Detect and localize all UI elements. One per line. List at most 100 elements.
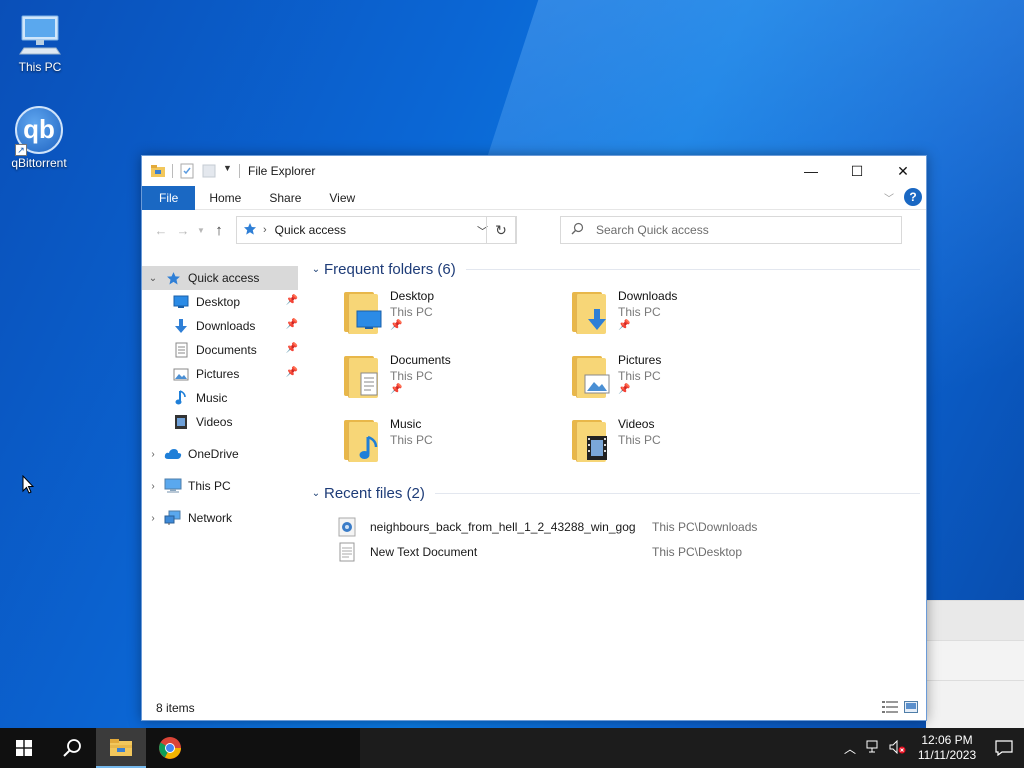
tab-share[interactable]: Share [255, 186, 315, 210]
background-window-row [926, 601, 1024, 641]
folder-meta: Desktop This PC 📌 [390, 288, 434, 344]
folder-name: Desktop [390, 289, 435, 303]
pin-icon: 📌 [618, 384, 631, 395]
up-button[interactable]: ↑ [208, 219, 230, 241]
sidebar-item-label: Downloads [196, 319, 256, 333]
pin-icon: 📌 [390, 384, 403, 395]
sidebar-item-network[interactable]: › Network [142, 506, 302, 530]
desktop-icon-qbittorrent[interactable]: qb ↗ qBittorrent [1, 106, 77, 170]
file-name: neighbours_back_from_hell_1_2_43288_win_… [370, 519, 636, 534]
quick-access-toolbar: ▼ File Explorer [142, 156, 315, 186]
pin-icon: 📌 [390, 320, 403, 331]
frequent-folders-header[interactable]: ⌄ Frequent folders (6) [308, 258, 920, 280]
clock-time: 12:06 PM [921, 733, 973, 747]
folder-tile-music[interactable]: Music This PC [342, 416, 570, 472]
sidebar-item-desktop[interactable]: Desktop 📌 [142, 290, 302, 314]
list-item[interactable]: neighbours_back_from_hell_1_2_43288_win_… [338, 514, 920, 539]
file-name: New Text Document [370, 544, 478, 559]
folder-tile-downloads[interactable]: Downloads This PC 📌 [570, 288, 798, 344]
back-button[interactable]: ← [150, 219, 172, 241]
new-folder-icon[interactable] [201, 163, 217, 179]
expand-chevron-icon[interactable]: › [142, 449, 164, 460]
sidebar-item-music[interactable]: Music [142, 386, 302, 410]
sidebar-item-downloads[interactable]: Downloads 📌 [142, 314, 302, 338]
background-window[interactable] [926, 600, 1024, 728]
file-path: This PC\Downloads [652, 519, 758, 534]
sidebar-item-documents[interactable]: Documents 📌 [142, 338, 302, 362]
large-icons-view-icon[interactable] [904, 701, 918, 716]
sidebar-item-pictures[interactable]: Pictures 📌 [142, 362, 302, 386]
clock-date: 11/11/2023 [917, 748, 977, 762]
close-button[interactable]: ✕ [880, 156, 926, 186]
ribbon-right-controls: ﹀ ? [884, 188, 922, 206]
customize-toolbar-chevron-icon[interactable]: ▼ [223, 163, 233, 179]
desktop-icon [356, 308, 382, 332]
documents-icon [356, 372, 382, 396]
expand-ribbon-chevron-icon[interactable]: ﹀ [884, 190, 894, 205]
collapse-chevron-icon[interactable]: ⌄ [308, 264, 324, 275]
window-controls: — ☐ ✕ [788, 156, 926, 186]
recent-files-list: neighbours_back_from_hell_1_2_43288_win_… [308, 514, 920, 564]
help-icon[interactable]: ? [904, 188, 922, 206]
tab-file[interactable]: File [142, 185, 196, 210]
pictures-icon [172, 366, 190, 382]
title-bar[interactable]: ▼ File Explorer — ☐ ✕ [142, 156, 926, 186]
folder-meta: Videos This PC [618, 416, 661, 472]
sidebar-item-label: This PC [188, 479, 231, 493]
volume-muted-icon[interactable] [886, 739, 910, 757]
action-center-button[interactable] [984, 740, 1024, 756]
start-button[interactable] [0, 728, 48, 768]
windows-logo-icon [16, 740, 32, 756]
collapse-chevron-icon[interactable]: ⌄ [142, 273, 164, 284]
expand-chevron-icon[interactable]: › [142, 513, 164, 524]
sidebar-item-quick-access[interactable]: ⌄ Quick access [142, 266, 298, 290]
folder-location: This PC [618, 433, 661, 447]
group-title: Recent files (2) [324, 484, 425, 502]
sidebar-item-label: Videos [196, 415, 233, 429]
taskbar-clock[interactable]: 12:06 PM 11/11/2023 [910, 733, 984, 763]
expand-chevron-icon[interactable]: › [142, 481, 164, 492]
list-item[interactable]: New Text Document This PC\Desktop [338, 539, 920, 564]
sidebar-item-label: Documents [196, 343, 257, 357]
network-status-icon[interactable] [862, 740, 886, 757]
address-bar[interactable]: › Quick access ﹀ ↻ [236, 216, 517, 244]
group-divider [465, 268, 920, 270]
forward-button[interactable]: → [172, 219, 194, 241]
search-input[interactable] [596, 223, 876, 237]
folder-meta: Pictures This PC 📌 [618, 352, 661, 408]
collapse-chevron-icon[interactable]: ⌄ [308, 488, 324, 499]
recent-locations-chevron-icon[interactable]: ▼ [194, 219, 208, 241]
folder-location: This PC [390, 305, 433, 319]
refresh-button[interactable]: ↻ [486, 216, 516, 244]
sidebar-item-videos[interactable]: Videos [142, 410, 302, 434]
taskbar-file-explorer[interactable] [96, 728, 146, 768]
maximize-button[interactable]: ☐ [834, 156, 880, 186]
folder-icon [342, 418, 382, 462]
sidebar-item-onedrive[interactable]: › OneDrive [142, 442, 302, 466]
folder-tile-pictures[interactable]: Pictures This PC 📌 [570, 352, 798, 408]
search-button[interactable] [48, 728, 96, 768]
recent-files-header[interactable]: ⌄ Recent files (2) [308, 482, 920, 504]
system-tray: ︿ 12:06 PM 11/11/2023 [838, 728, 1024, 768]
folder-location: This PC [618, 369, 661, 383]
folder-icon [570, 418, 610, 462]
details-view-icon[interactable] [882, 701, 898, 716]
tab-home[interactable]: Home [195, 186, 255, 210]
minimize-button[interactable]: — [788, 156, 834, 186]
properties-icon[interactable] [179, 163, 195, 179]
taskbar-chrome[interactable] [146, 728, 194, 768]
folder-name: Downloads [618, 289, 678, 303]
desktop-icon-this-pc[interactable]: This PC [2, 10, 78, 74]
toolbar-separator [172, 164, 173, 178]
sidebar-item-this-pc[interactable]: › This PC [142, 474, 302, 498]
show-hidden-icons-chevron-icon[interactable]: ︿ [838, 740, 862, 757]
pin-icon: 📌 [285, 319, 298, 330]
folder-tile-desktop[interactable]: Desktop This PC 📌 [342, 288, 570, 344]
search-box[interactable] [560, 216, 902, 244]
breadcrumb-quick-access[interactable]: Quick access [275, 223, 346, 237]
folder-tile-documents[interactable]: Documents This PC 📌 [342, 352, 570, 408]
folder-tile-videos[interactable]: Videos This PC [570, 416, 798, 472]
network-icon [164, 510, 182, 526]
tab-view[interactable]: View [315, 186, 369, 210]
